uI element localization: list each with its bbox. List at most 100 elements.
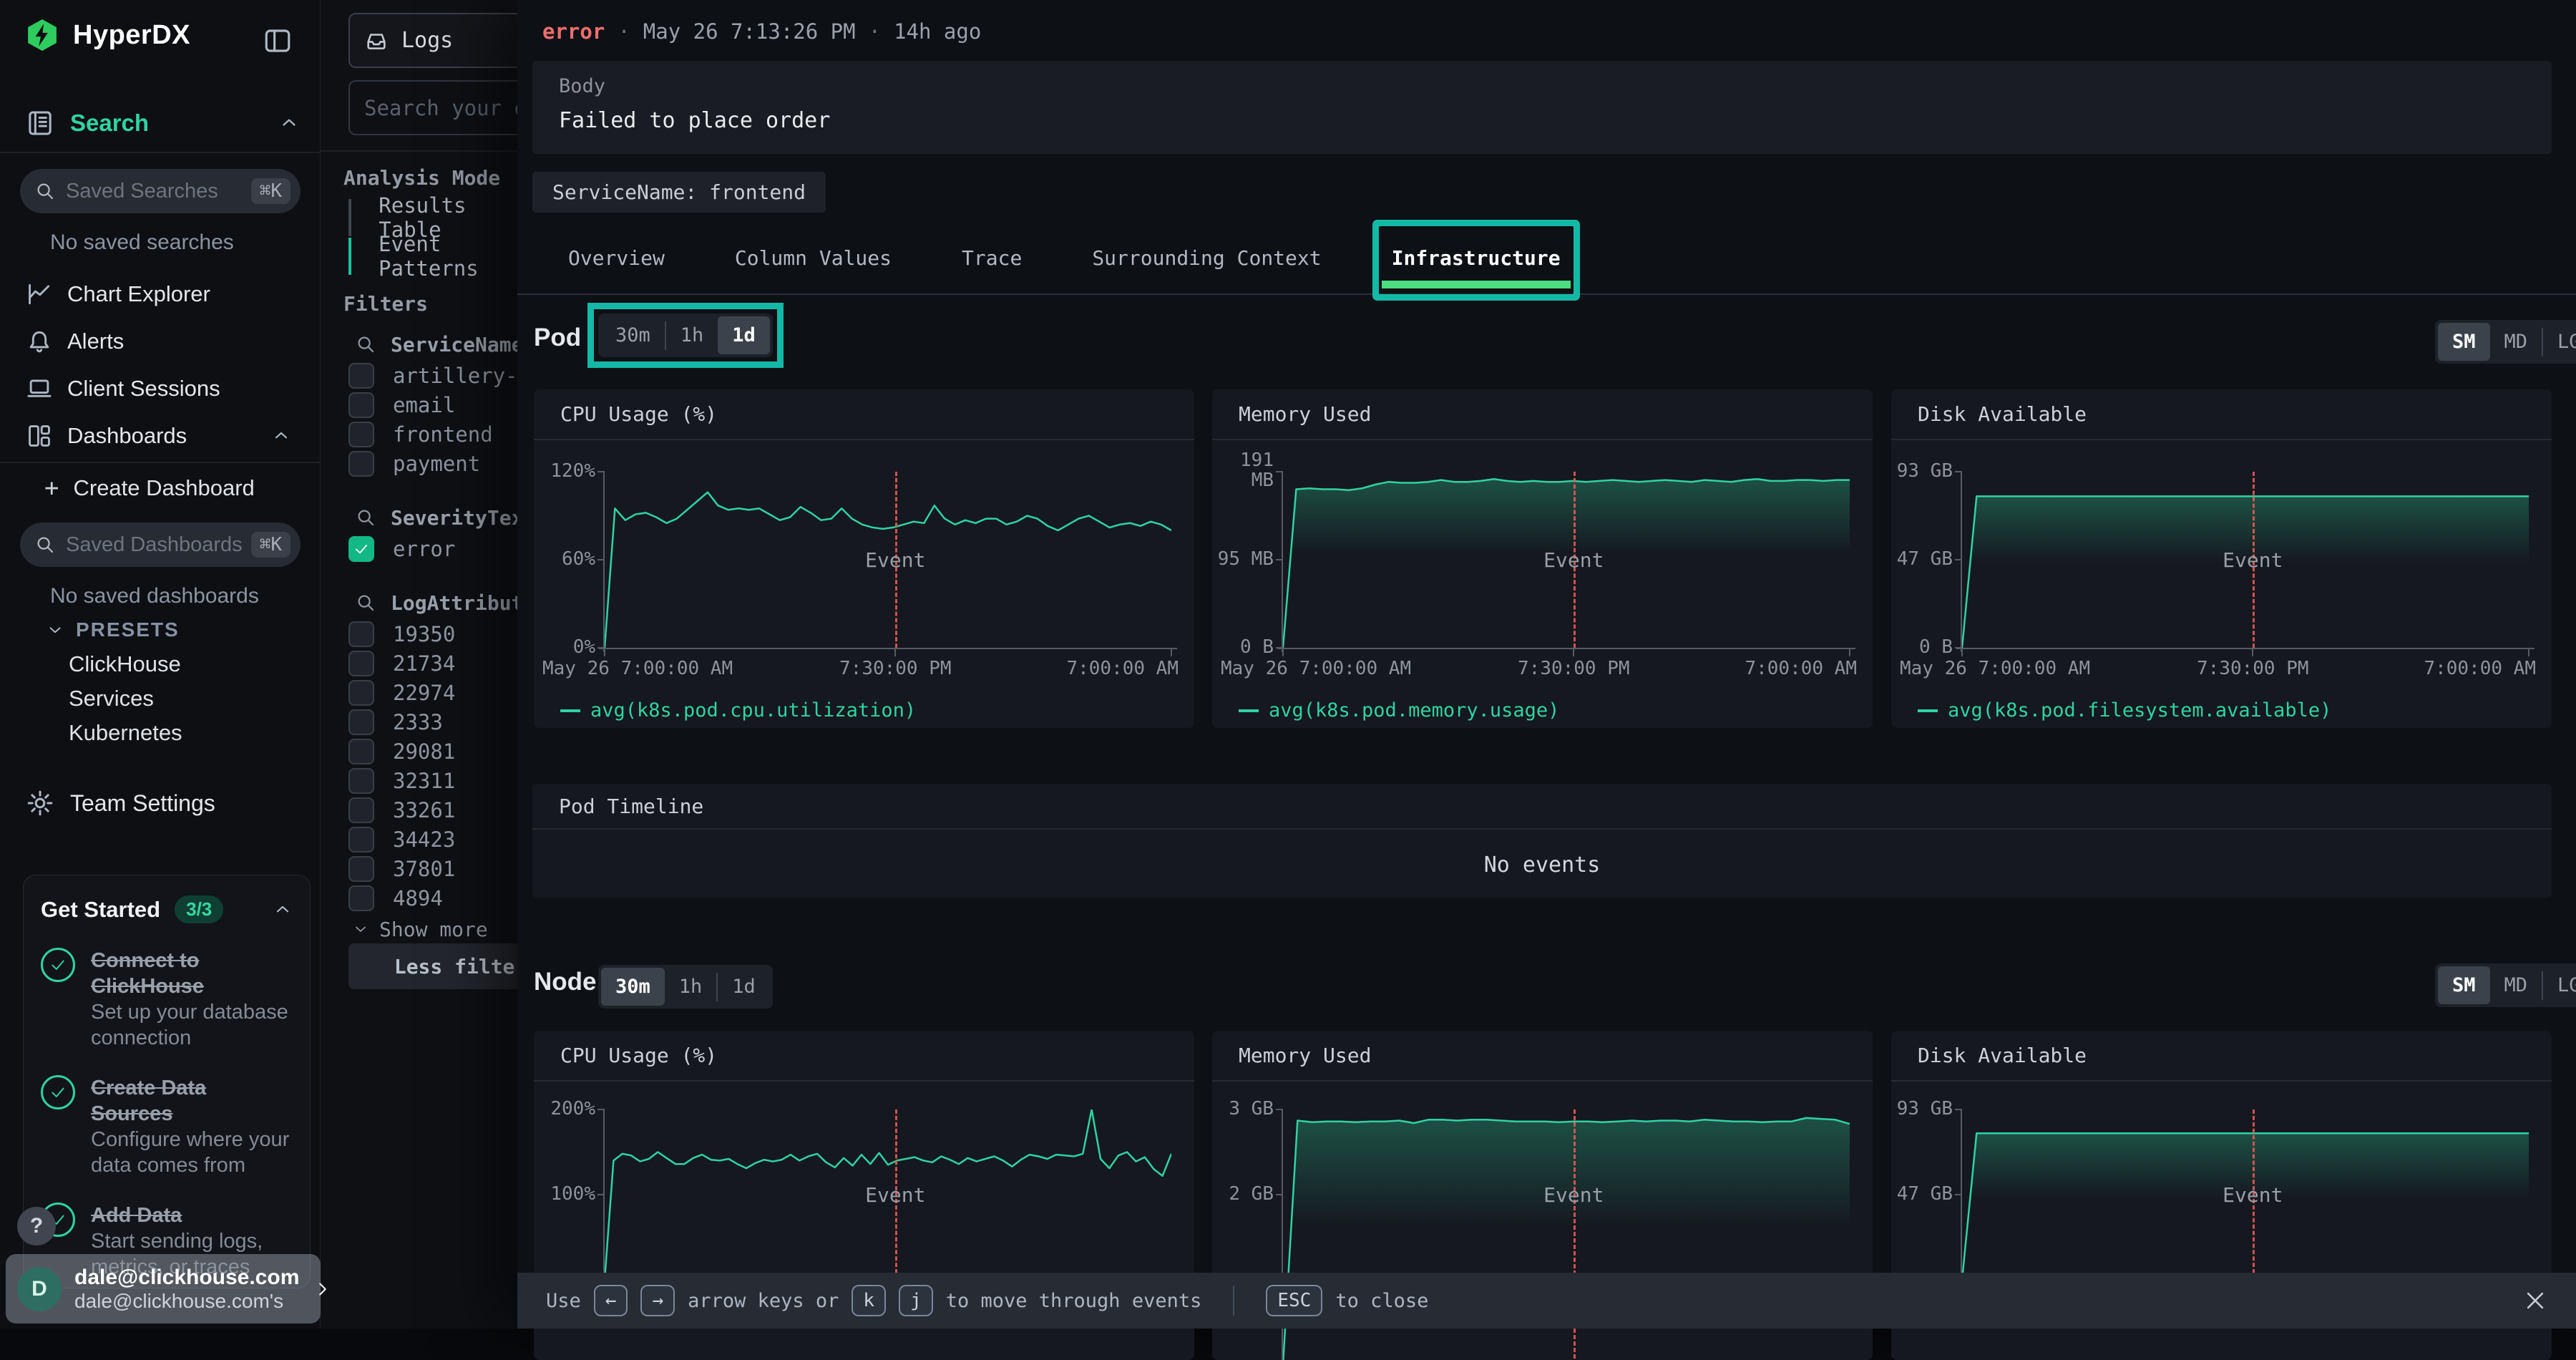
filter-groups: ServiceNameartillery-loaemailfrontendpay… [321, 321, 518, 961]
x-axis [599, 648, 1177, 649]
checkbox[interactable] [348, 856, 374, 882]
preset-item-services[interactable]: Services [69, 681, 182, 716]
user-menu[interactable]: D dale@clickhouse.com dale@clickhouse.co… [6, 1254, 321, 1323]
node-size-lg[interactable]: LG [2543, 966, 2576, 1004]
sidebar-item-dashboards[interactable]: Dashboards [0, 412, 320, 460]
source-select[interactable]: Logs [348, 13, 518, 68]
search-icon[interactable] [355, 334, 376, 355]
x-axis [1956, 648, 2534, 649]
show-more-button[interactable]: Show more [321, 913, 518, 946]
presets-toggle[interactable]: PRESETS [46, 618, 180, 641]
checkbox[interactable] [348, 392, 374, 418]
checkbox[interactable] [348, 827, 374, 853]
filter-option[interactable]: 33261 [321, 795, 518, 825]
filter-option[interactable]: artillery-loa [321, 361, 518, 390]
checkbox[interactable] [348, 885, 374, 911]
node-time-30m[interactable]: 30m [601, 968, 665, 1006]
sidebar-item-alerts[interactable]: Alerts [0, 318, 320, 365]
sidebar-item-chart-explorer[interactable]: Chart Explorer [0, 271, 320, 318]
filter-option-label: 33261 [393, 798, 455, 822]
pod-time-range-toggle: 30m1h1d [598, 314, 773, 357]
sidebar-item-client-sessions[interactable]: Client Sessions [0, 365, 320, 412]
node-time-1h[interactable]: 1h [665, 968, 717, 1006]
event-marker-label: Event [865, 548, 925, 572]
saved-searches-search[interactable]: ⌘K [20, 169, 301, 213]
saved-dashboards-input[interactable] [66, 533, 251, 557]
checkbox[interactable] [348, 739, 374, 764]
checkbox[interactable] [348, 680, 374, 706]
filter-option[interactable]: 32311 [321, 766, 518, 795]
chevron-up-icon[interactable] [273, 900, 293, 920]
filter-option[interactable]: 29081 [321, 737, 518, 766]
filter-option[interactable]: 2333 [321, 707, 518, 737]
pod-time-1h[interactable]: 1h [666, 316, 718, 354]
checkbox[interactable] [348, 797, 374, 823]
checkbox[interactable] [348, 363, 374, 389]
tab-trace[interactable]: Trace [949, 226, 1035, 294]
service-name-tag[interactable]: ServiceName: frontend [532, 172, 826, 213]
spacer [321, 478, 518, 494]
gear-icon [26, 789, 54, 817]
pod-time-30m[interactable]: 30m [601, 316, 665, 354]
checkbox[interactable] [348, 451, 374, 477]
user-email: dale@clickhouse.com [74, 1266, 299, 1289]
event-search-box[interactable] [348, 80, 518, 135]
filter-option-label: 29081 [393, 739, 455, 764]
checkbox-checked[interactable] [348, 536, 374, 562]
tab-column-values[interactable]: Column Values [722, 226, 904, 294]
nav-search[interactable]: Search [26, 109, 300, 137]
filter-option[interactable]: 21734 [321, 649, 518, 678]
k-key: k [852, 1285, 886, 1316]
filter-option[interactable]: frontend [321, 419, 518, 449]
filter-option[interactable]: 34423 [321, 825, 518, 854]
filter-option[interactable]: email [321, 390, 518, 419]
laptop-icon [26, 375, 53, 402]
pod-section-title: Pod [534, 324, 581, 352]
analysis-mode-event-patterns[interactable]: Event Patterns [348, 238, 518, 275]
sidebar-item-team-settings[interactable]: Team Settings [26, 789, 215, 817]
tab-surrounding-context[interactable]: Surrounding Context [1079, 226, 1334, 294]
event-search-input[interactable] [364, 96, 518, 120]
y-tick-mark [1276, 1109, 1283, 1110]
logs-source-icon [364, 29, 389, 53]
help-button[interactable]: ? [17, 1207, 56, 1245]
filter-option[interactable]: payment [321, 449, 518, 478]
filter-option[interactable]: 19350 [321, 619, 518, 649]
checkbox[interactable] [348, 768, 374, 794]
checkbox[interactable] [348, 422, 374, 447]
filter-option[interactable]: error [321, 534, 518, 563]
pod-time-1d[interactable]: 1d [718, 316, 770, 354]
chevron-up-icon[interactable] [278, 112, 300, 134]
node-time-1d[interactable]: 1d [718, 968, 770, 1006]
tab-infrastructure[interactable]: Infrastructure [1379, 226, 1574, 294]
node-size-md[interactable]: MD [2490, 966, 2542, 1004]
close-icon[interactable] [2523, 1288, 2547, 1313]
search-icon[interactable] [355, 592, 376, 613]
checkbox[interactable] [348, 709, 374, 735]
app-logo[interactable]: HyperDX [26, 19, 190, 52]
search-icon [34, 180, 56, 202]
sidebar-collapse-icon[interactable] [263, 26, 293, 56]
checkbox[interactable] [348, 651, 374, 676]
less-filters-button[interactable]: Less filters [348, 943, 518, 989]
pod-size-md[interactable]: MD [2490, 323, 2542, 361]
no-saved-dashboards: No saved dashboards [50, 584, 259, 608]
saved-searches-input[interactable] [66, 180, 251, 203]
filter-option[interactable]: 37801 [321, 854, 518, 883]
create-dashboard-button[interactable]: + Create Dashboard [44, 474, 255, 502]
filter-option[interactable]: 4894 [321, 883, 518, 913]
y-tick-label: 3 GB [1212, 1099, 1274, 1119]
search-icon[interactable] [355, 507, 376, 528]
tab-overview[interactable]: Overview [555, 226, 678, 294]
filter-option-label: artillery-loa [393, 364, 518, 388]
pod-size-sm[interactable]: SM [2438, 323, 2490, 361]
saved-dashboards-search[interactable]: ⌘K [20, 523, 301, 567]
preset-item-kubernetes[interactable]: Kubernetes [69, 716, 182, 750]
analysis-mode-results-table[interactable]: Results Table [348, 199, 518, 236]
node-size-sm[interactable]: SM [2438, 966, 2490, 1004]
checkbox[interactable] [348, 621, 374, 647]
filter-option[interactable]: 22974 [321, 678, 518, 707]
pod-size-lg[interactable]: LG [2543, 323, 2576, 361]
event-marker-label: Event [865, 1183, 925, 1207]
preset-item-clickhouse[interactable]: ClickHouse [69, 647, 182, 681]
